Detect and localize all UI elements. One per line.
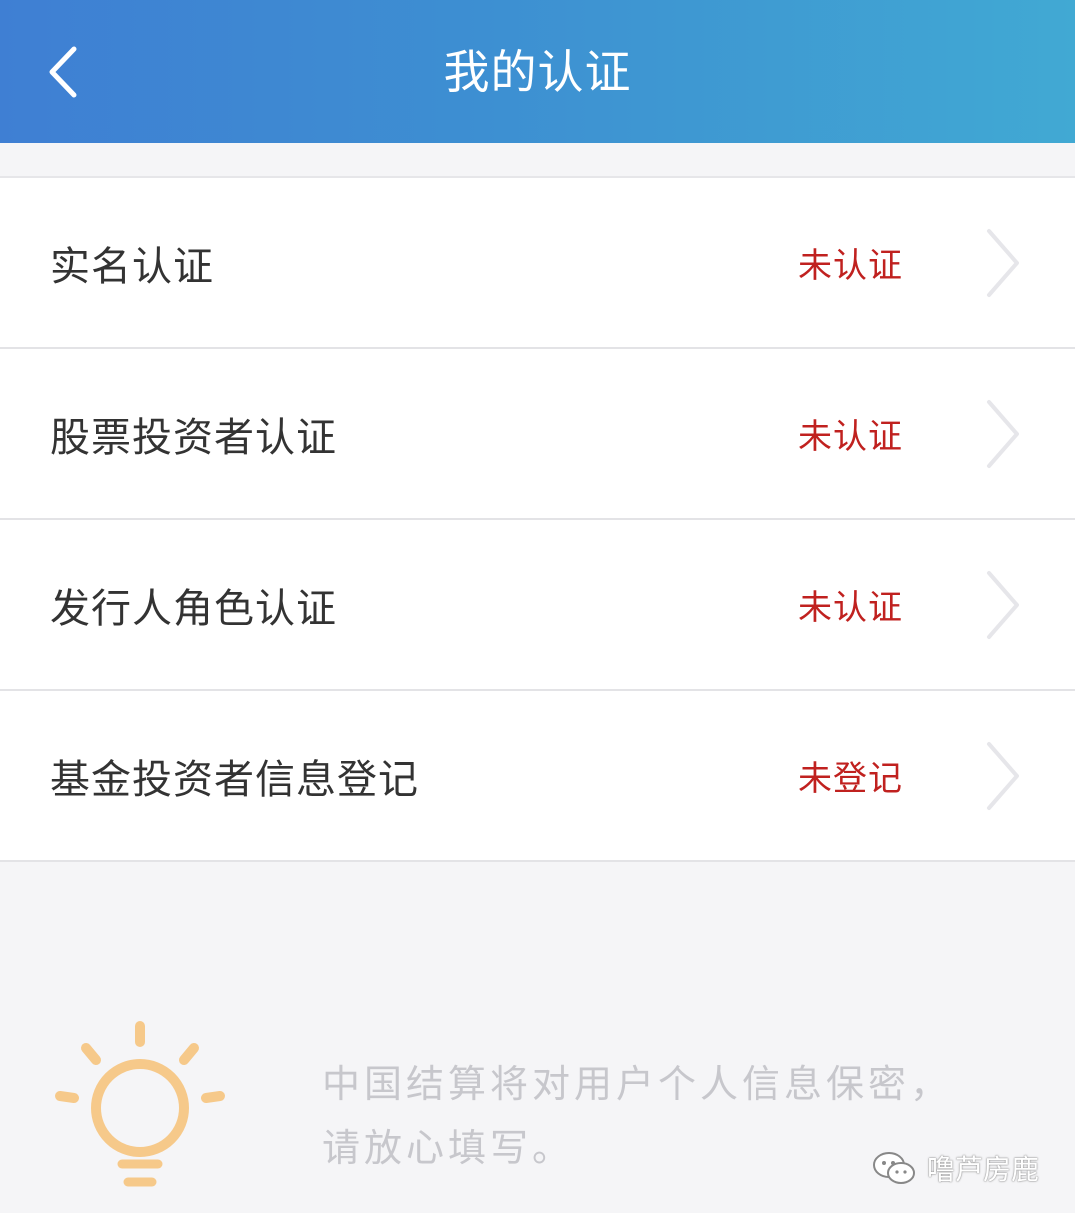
chevron-right-icon [987,399,1019,468]
list-item-issuer-role[interactable]: 发行人角色认证 未认证 [0,520,1075,691]
list-item-stock-investor[interactable]: 股票投资者认证 未认证 [0,349,1075,520]
notice-line-2: 请放心填写。 [322,1126,575,1170]
certification-list: 实名认证 未认证 股票投资者认证 未认证 发行人角色认证 未认证 基金投资者信息… [0,176,1075,862]
page-title: 我的认证 [443,45,632,99]
chevron-right-icon [987,228,1019,297]
list-item-real-name[interactable]: 实名认证 未认证 [0,178,1075,349]
lightbulb-icon [55,1021,225,1187]
privacy-notice: 中国结算将对用户个人信息保密， 请放心填写。 噜芦房鹿 [0,1000,1075,1213]
status-text: 未认证 [798,417,903,457]
chevron-right-icon [987,741,1019,810]
chevron-right-icon [987,570,1019,639]
list-item-fund-investor[interactable]: 基金投资者信息登记 未登记 [0,691,1075,862]
wechat-icon [872,1152,915,1184]
top-bar: 我的认证 [0,0,1075,143]
status-text: 未认证 [798,246,903,286]
list-item-label: 股票投资者认证 [50,414,337,461]
notice-line-1: 中国结算将对用户个人信息保密， [322,1062,953,1106]
list-item-label: 实名认证 [50,243,214,290]
list-item-label: 基金投资者信息登记 [50,756,419,803]
status-text: 未认证 [798,588,903,628]
watermark: 噜芦房鹿 [871,1148,1039,1188]
list-item-label: 发行人角色认证 [50,585,337,632]
watermark-text: 噜芦房鹿 [926,1153,1039,1186]
status-text: 未登记 [798,759,903,799]
